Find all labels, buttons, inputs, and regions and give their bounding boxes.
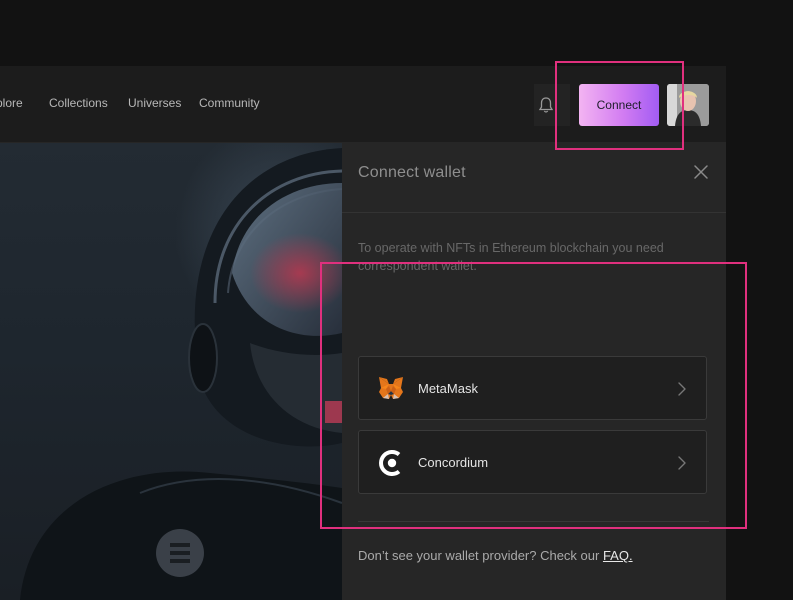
- panel-divider: [358, 521, 709, 522]
- panel-description: To operate with NFTs in Ethereum blockch…: [358, 241, 664, 273]
- metamask-fox-icon: [379, 377, 403, 399]
- wallet-label-concordium: Concordium: [418, 455, 489, 470]
- connect-button[interactable]: Connect: [579, 84, 659, 126]
- hero-artwork: [0, 143, 342, 600]
- wallet-option-concordium[interactable]: Concordium: [358, 430, 707, 494]
- bell-icon: [538, 97, 554, 113]
- avatar-photo: [667, 84, 709, 126]
- nav-link-universes[interactable]: Universes: [128, 96, 181, 110]
- nav-link-collections[interactable]: Collections: [49, 96, 108, 110]
- page: xplore Collections Universes Community C…: [0, 0, 793, 600]
- nav-link-community[interactable]: Community: [199, 96, 260, 110]
- nav-link-explore[interactable]: xplore: [0, 96, 23, 110]
- panel-title: Connect wallet: [358, 164, 466, 181]
- app-window: xplore Collections Universes Community C…: [0, 66, 726, 600]
- connect-wallet-panel: Connect wallet To operate with NFTs in E…: [342, 143, 726, 600]
- wallet-option-metamask[interactable]: MetaMask: [358, 356, 707, 420]
- chevron-right-icon: [678, 382, 686, 396]
- avatar[interactable]: [667, 84, 709, 126]
- notifications-button[interactable]: [534, 84, 570, 126]
- faq-prefix: Don’t see your wallet provider? Check ou…: [358, 548, 603, 563]
- wallet-label-metamask: MetaMask: [418, 381, 478, 396]
- panel-header: Connect wallet: [342, 143, 726, 213]
- top-navbar: xplore Collections Universes Community C…: [0, 66, 726, 143]
- concordium-icon: [379, 450, 401, 476]
- chevron-right-icon: [678, 456, 686, 470]
- astronaut-illustration: [20, 148, 342, 600]
- close-icon: [694, 165, 708, 179]
- close-button[interactable]: [690, 161, 712, 183]
- faq-text: Don’t see your wallet provider? Check ou…: [358, 548, 633, 563]
- faq-link[interactable]: FAQ.: [603, 548, 633, 563]
